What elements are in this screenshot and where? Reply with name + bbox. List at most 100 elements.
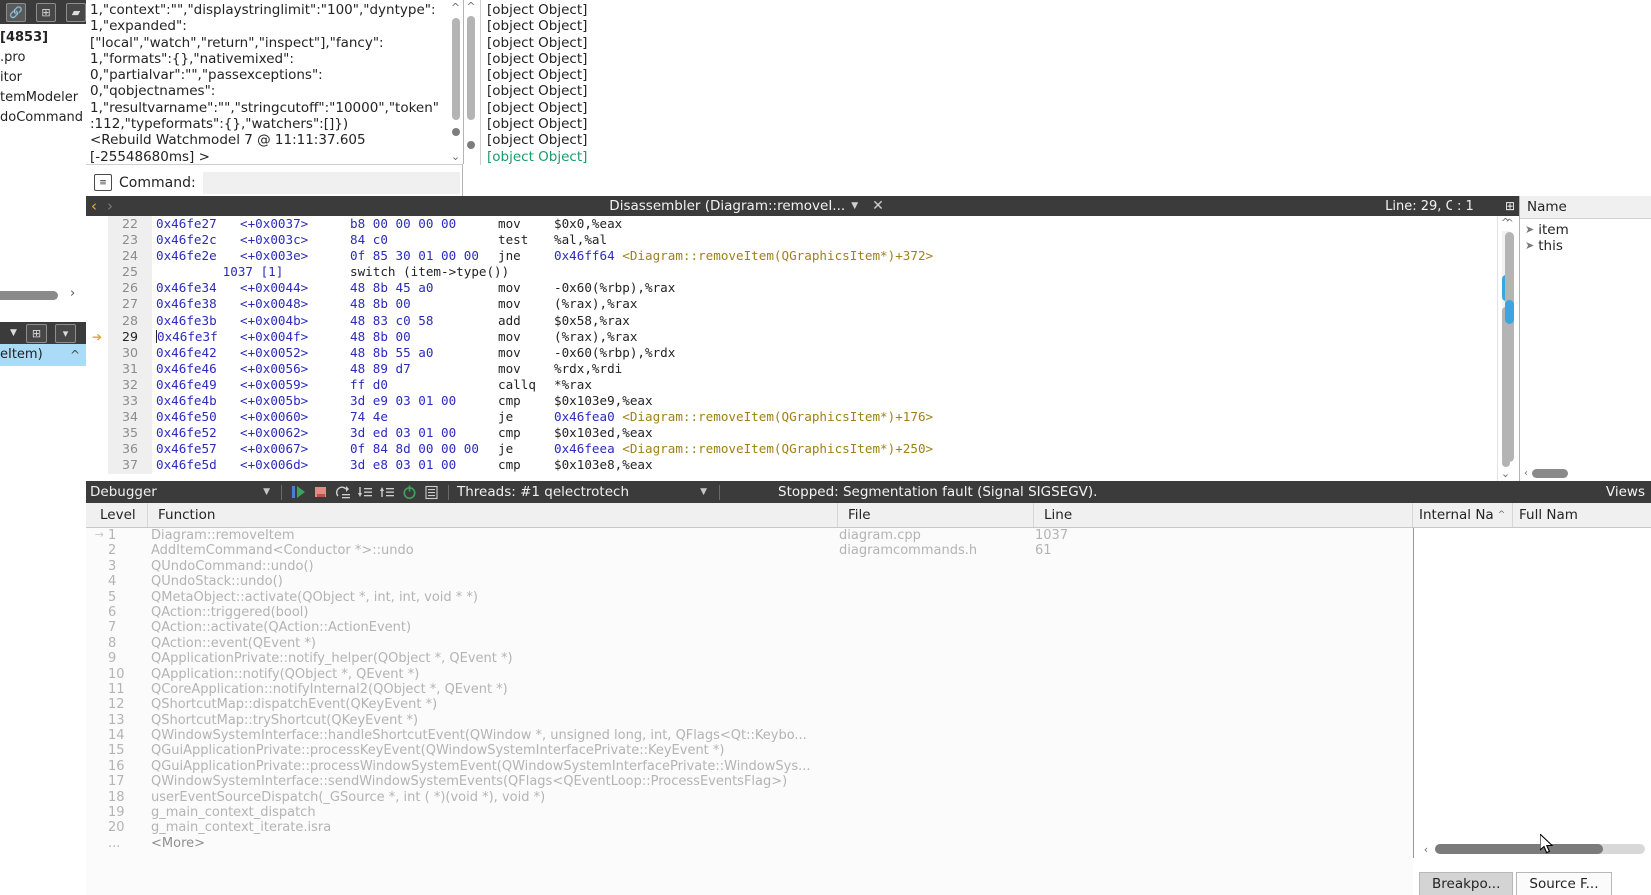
restart-icon[interactable] bbox=[398, 483, 420, 501]
table-row[interactable]: 2AddItemCommand<Conductor *>::undodiagra… bbox=[86, 543, 1413, 558]
stop-icon[interactable] bbox=[310, 483, 332, 501]
scrollbar-thumb[interactable] bbox=[467, 16, 475, 120]
locals-row-item[interactable]: ➤ item bbox=[1520, 222, 1651, 238]
scrollbar-track[interactable] bbox=[1505, 232, 1514, 462]
close-icon[interactable]: ✕ bbox=[872, 198, 884, 214]
table-row[interactable]: 7QAction::activate(QAction::ActionEvent) bbox=[86, 620, 1413, 635]
table-row[interactable]: 8QAction::event(QEvent *) bbox=[86, 636, 1413, 651]
table-row[interactable]: 19g_main_context_dispatch bbox=[86, 805, 1413, 820]
table-row[interactable]: 9QApplicationPrivate::notify_helper(QObj… bbox=[86, 651, 1413, 666]
table-row[interactable]: 5QMetaObject::activate(QObject *, int, i… bbox=[86, 590, 1413, 605]
collapse-down-icon[interactable]: ▾ bbox=[55, 324, 76, 343]
disasm-row-current[interactable]: ➔290x46fe3f<+0x004f>48 8b 00mov(%rax),%r… bbox=[86, 329, 1513, 345]
table-row[interactable]: 20g_main_context_iterate.isra bbox=[86, 820, 1413, 835]
table-row[interactable]: 6QAction::triggered(bool) bbox=[86, 605, 1413, 620]
scroll-left-arrow[interactable]: ‹ bbox=[1520, 468, 1532, 479]
scroll-up-arrow[interactable]: ^ bbox=[464, 0, 478, 13]
table-row[interactable]: 11QCoreApplication::notifyInternal2(QObj… bbox=[86, 682, 1413, 697]
disasm-row[interactable]: 230x46fe2c<+0x003c>84 c0test%al,%al bbox=[86, 232, 1513, 248]
table-row[interactable]: 15QGuiApplicationPrivate::processKeyEven… bbox=[86, 743, 1413, 758]
scrollbar-thumb[interactable] bbox=[0, 291, 58, 300]
chevron-up-icon[interactable]: ^ bbox=[70, 348, 80, 362]
scrollbar-thumb[interactable] bbox=[1505, 300, 1514, 324]
sort-asc-icon[interactable]: ^ bbox=[1498, 503, 1506, 527]
list-item[interactable]: itor bbox=[0, 68, 86, 88]
split-add-icon[interactable]: ⊞ bbox=[1505, 199, 1515, 213]
left-sidebar-hscrollbar[interactable]: › bbox=[0, 286, 86, 308]
table-row[interactable]: 3QUndoCommand::undo() bbox=[86, 559, 1413, 574]
split-add-icon[interactable]: ⊞ bbox=[26, 324, 47, 343]
list-item[interactable]: [4853] bbox=[0, 28, 86, 48]
chevron-right-icon[interactable]: ➤ bbox=[1525, 238, 1534, 254]
table-row[interactable]: 10QApplication::notify(QObject *, QEvent… bbox=[86, 667, 1413, 682]
breakpoints-hscrollbar[interactable]: ‹ bbox=[1420, 840, 1651, 858]
locals-hscrollbar[interactable]: ‹ bbox=[1520, 465, 1651, 481]
disasm-row[interactable]: 310x46fe46<+0x0056>48 89 d7mov%rdx,%rdi bbox=[86, 361, 1513, 377]
table-row[interactable]: 14QWindowSystemInterface::handleShortcut… bbox=[86, 728, 1413, 743]
disasm-row[interactable]: 320x46fe49<+0x0059>ff d0callq*%rax bbox=[86, 377, 1513, 393]
log-left-vscrollbar[interactable]: ^ ⌄ bbox=[448, 0, 463, 164]
scrollbar-track[interactable] bbox=[452, 16, 460, 148]
disasm-row[interactable]: 370x46fe5d<+0x006d>3d e8 03 01 00cmp$0x1… bbox=[86, 457, 1513, 473]
stack-table-body[interactable]: →1Diagram::removeItemdiagram.cpp10372Add… bbox=[86, 528, 1413, 851]
table-row[interactable]: 18userEventSourceDispatch(_GSource *, in… bbox=[86, 790, 1413, 805]
table-row[interactable]: 4QUndoStack::undo() bbox=[86, 574, 1413, 589]
scrollbar-thumb[interactable] bbox=[452, 18, 460, 120]
log-right-vscrollbar[interactable]: ^ bbox=[464, 0, 478, 196]
scroll-left-arrow[interactable]: ‹ bbox=[1420, 843, 1432, 856]
disasm-row[interactable]: 340x46fe50<+0x0060>74 4eje0x46fea0 <Diag… bbox=[86, 409, 1513, 425]
table-row[interactable]: ...<More> bbox=[86, 836, 1413, 851]
threads-select[interactable]: Threads: #1 qelectrotech ▼ bbox=[455, 484, 713, 500]
tab-breakpoints[interactable]: Breakpo... bbox=[1419, 872, 1513, 895]
disasm-row[interactable]: 220x46fe27<+0x0037>b8 00 00 00 00mov$0x0… bbox=[86, 216, 1513, 232]
gdb-log-left-pane[interactable]: 1,"context":"","displaystringlimit":"100… bbox=[86, 0, 464, 164]
table-row[interactable]: 12QShortcutMap::dispatchEvent(QKeyEvent … bbox=[86, 697, 1413, 712]
table-row[interactable]: 16QGuiApplicationPrivate::processWindowS… bbox=[86, 759, 1413, 774]
tab-source-files[interactable]: Source F... bbox=[1516, 872, 1611, 895]
disasm-row[interactable]: 280x46fe3b<+0x004b>48 83 c0 58add$0x58,%… bbox=[86, 313, 1513, 329]
split-add-icon[interactable]: ⊞ bbox=[36, 3, 56, 22]
list-item[interactable]: temModeler bbox=[0, 88, 86, 108]
link-icon[interactable]: 🔗 bbox=[6, 3, 26, 22]
chevron-down-icon[interactable]: ▼ bbox=[10, 328, 17, 338]
scroll-right-arrow[interactable]: › bbox=[70, 286, 75, 301]
disasm-row[interactable]: 360x46fe57<+0x0067>0f 84 8d 00 00 00je0x… bbox=[86, 441, 1513, 457]
nav-back-icon[interactable]: ‹ bbox=[86, 196, 102, 216]
column-header-level[interactable]: Level bbox=[86, 503, 148, 527]
column-header-line[interactable]: Line bbox=[1034, 503, 1413, 527]
column-header-file[interactable]: File bbox=[838, 503, 1034, 527]
nav-forward-icon[interactable]: › bbox=[102, 196, 118, 216]
continue-icon[interactable] bbox=[288, 483, 310, 501]
locals-row-this[interactable]: ➤ this bbox=[1520, 238, 1651, 254]
list-item[interactable]: .pro bbox=[0, 48, 86, 68]
gdb-log-right-pane[interactable]: ^ [object Object] [object Object] [objec… bbox=[464, 0, 1651, 196]
disassembler-title-group[interactable]: Disassembler (Diagram::removeI... ▼ ✕ bbox=[118, 198, 1385, 214]
chevron-right-icon[interactable]: ➤ bbox=[1525, 222, 1534, 238]
locals-column-header-name[interactable]: Name bbox=[1520, 196, 1651, 219]
chevron-down-icon[interactable]: ▼ bbox=[700, 487, 707, 497]
views-button[interactable]: Views bbox=[1606, 484, 1645, 500]
step-into-icon[interactable] bbox=[354, 483, 376, 501]
breakpoints-table-body[interactable]: ‹ bbox=[1413, 528, 1651, 858]
collapse-up-icon[interactable]: ▰ bbox=[66, 3, 86, 22]
column-header-function[interactable]: Function bbox=[148, 503, 838, 527]
scroll-down-arrow[interactable]: ⌄ bbox=[1498, 467, 1513, 481]
column-header-internal-name[interactable]: Internal Na ^ bbox=[1413, 503, 1513, 527]
disasm-row[interactable]: 330x46fe4b<+0x005b>3d e9 03 01 00cmp$0x1… bbox=[86, 393, 1513, 409]
scroll-up-arrow[interactable]: ^ bbox=[448, 0, 463, 15]
step-over-icon[interactable] bbox=[332, 483, 354, 501]
column-header-full-name[interactable]: Full Nam bbox=[1513, 503, 1651, 527]
disasm-source-row[interactable]: 251037 [1]switch (item->type()) bbox=[86, 264, 1513, 280]
disasm-row[interactable]: 260x46fe34<+0x0044>48 8b 45 a0mov-0x60(%… bbox=[86, 280, 1513, 296]
debugger-perspective-select[interactable]: Debugger ▼ bbox=[86, 484, 275, 500]
disassembler-body[interactable]: 220x46fe27<+0x0037>b8 00 00 00 00mov$0x0… bbox=[86, 216, 1513, 481]
scrollbar-thumb[interactable] bbox=[1532, 469, 1568, 478]
disasm-row[interactable]: 270x46fe38<+0x0048>48 8b 00mov(%rax),%ra… bbox=[86, 296, 1513, 312]
command-input[interactable] bbox=[203, 172, 460, 194]
scroll-up-arrow[interactable]: ^ bbox=[1504, 218, 1515, 229]
disasm-row[interactable]: 350x46fe52<+0x0062>3d ed 03 01 00cmp$0x1… bbox=[86, 425, 1513, 441]
chevron-down-icon[interactable]: ▼ bbox=[851, 201, 858, 211]
table-row[interactable]: →1Diagram::removeItemdiagram.cpp1037 bbox=[86, 528, 1413, 543]
table-row[interactable]: 13QShortcutMap::tryShortcut(QKeyEvent *) bbox=[86, 713, 1413, 728]
table-row[interactable]: 17QWindowSystemInterface::sendWindowSyst… bbox=[86, 774, 1413, 789]
